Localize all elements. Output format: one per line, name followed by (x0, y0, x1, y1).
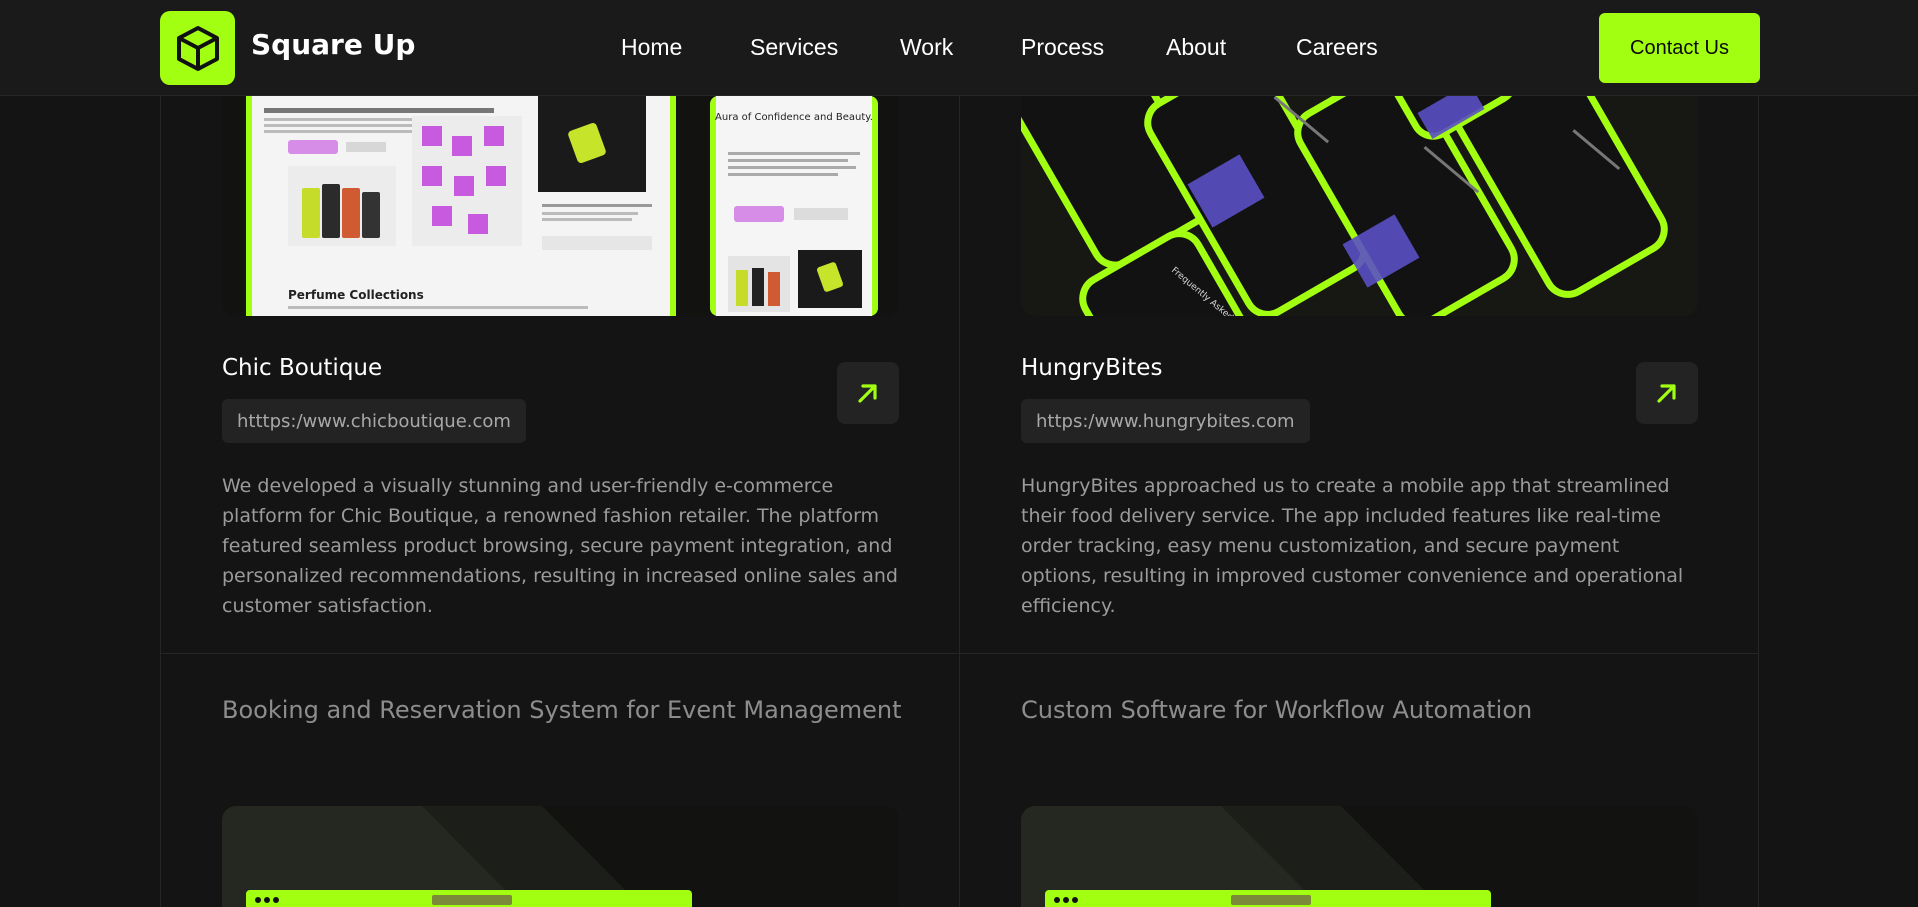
open-project-button[interactable] (837, 362, 899, 424)
grid-divider (160, 96, 161, 907)
contact-us-button[interactable]: Contact Us (1599, 13, 1760, 83)
logo[interactable] (160, 11, 235, 85)
arrow-up-right-icon (1657, 384, 1676, 403)
nav-services[interactable]: Services (750, 34, 838, 61)
grid-divider (1758, 96, 1759, 907)
open-project-button[interactable] (1636, 362, 1698, 424)
nav-work[interactable]: Work (900, 34, 953, 61)
event-management-preview-image (222, 806, 899, 907)
row-divider (160, 653, 1759, 654)
website-mockup-illustration: Perfume Collections Aura of Confidence a… (222, 96, 899, 316)
chic-boutique-preview-image: Perfume Collections Aura of Confidence a… (222, 96, 899, 316)
nav-process[interactable]: Process (1021, 34, 1104, 61)
nav-careers[interactable]: Careers (1296, 34, 1378, 61)
project-description: HungryBites approached us to create a mo… (1021, 475, 1684, 617)
grid-divider (959, 96, 960, 907)
arrow-up-right-icon (858, 384, 877, 403)
project-title: Chic Boutique (222, 355, 383, 381)
project-url-link[interactable]: https:/www.hungrybites.com (1021, 399, 1310, 443)
cube-icon (176, 26, 219, 71)
upcoming-project-title: Booking and Reservation System for Event… (222, 696, 902, 724)
project-description: We developed a visually stunning and use… (222, 475, 898, 617)
mockup-heading: Aura of Confidence and Beauty. (715, 112, 873, 123)
upcoming-project-title: Custom Software for Workflow Automation (1021, 696, 1533, 724)
mobile-app-mockup-illustration: Frequently Asked Questions (1021, 96, 1698, 316)
project-title: HungryBites (1021, 355, 1163, 381)
mockup-section-label: Perfume Collections (288, 288, 424, 302)
nav-home[interactable]: Home (621, 34, 682, 61)
hungrybites-preview-image: Frequently Asked Questions (1021, 96, 1698, 316)
browser-mockup-illustration (1021, 806, 1698, 907)
workflow-automation-preview-image (1021, 806, 1698, 907)
nav-about[interactable]: About (1166, 34, 1226, 61)
project-url-link[interactable]: htttps:/www.chicboutique.com (222, 399, 526, 443)
brand-name[interactable]: Square Up (251, 28, 415, 61)
site-header: Square Up Home Services Work Process Abo… (0, 0, 1918, 96)
browser-mockup-illustration (222, 806, 899, 907)
